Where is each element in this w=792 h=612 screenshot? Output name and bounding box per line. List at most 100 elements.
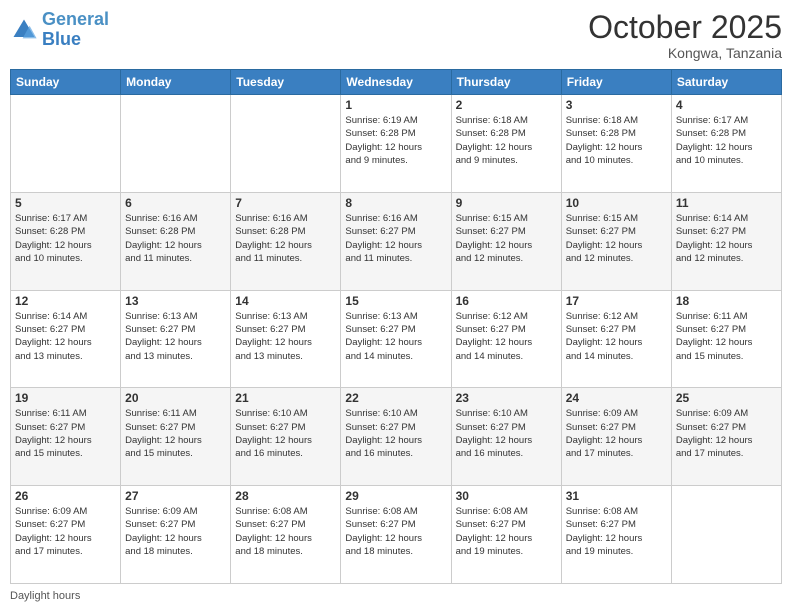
day-info: Sunrise: 6:08 AM Sunset: 6:27 PM Dayligh… bbox=[456, 505, 557, 558]
day-number: 22 bbox=[345, 391, 446, 405]
logo-general: General bbox=[42, 9, 109, 29]
day-info: Sunrise: 6:09 AM Sunset: 6:27 PM Dayligh… bbox=[676, 407, 777, 460]
day-cell: 24 Sunrise: 6:09 AM Sunset: 6:27 PM Dayli… bbox=[561, 388, 671, 486]
day-info: Sunrise: 6:08 AM Sunset: 6:27 PM Dayligh… bbox=[235, 505, 336, 558]
day-info: Sunrise: 6:11 AM Sunset: 6:27 PM Dayligh… bbox=[676, 310, 777, 363]
day-cell: 10 Sunrise: 6:15 AM Sunset: 6:27 PM Dayli… bbox=[561, 192, 671, 290]
day-cell: 3Sunrise: 6:18 AM Sunset: 6:28 PM Daylig… bbox=[561, 95, 671, 193]
day-number: 30 bbox=[456, 489, 557, 503]
weekday-header-sunday: Sunday bbox=[11, 70, 121, 95]
day-number: 29 bbox=[345, 489, 446, 503]
day-number: 25 bbox=[676, 391, 777, 405]
day-number: 12 bbox=[15, 294, 116, 308]
day-cell: 25 Sunrise: 6:09 AM Sunset: 6:27 PM Dayli… bbox=[671, 388, 781, 486]
day-number: 31 bbox=[566, 489, 667, 503]
week-row-2: 5 Sunrise: 6:17 AM Sunset: 6:28 PM Daylig… bbox=[11, 192, 782, 290]
location: Kongwa, Tanzania bbox=[588, 45, 782, 61]
day-cell bbox=[11, 95, 121, 193]
day-info: Sunrise: 6:12 AM Sunset: 6:27 PM Dayligh… bbox=[566, 310, 667, 363]
day-number: 20 bbox=[125, 391, 226, 405]
day-info: Sunrise: 6:13 AM Sunset: 6:27 PM Dayligh… bbox=[125, 310, 226, 363]
day-number: 1 bbox=[345, 98, 446, 112]
day-info: Sunrise: 6:16 AM Sunset: 6:28 PM Dayligh… bbox=[125, 212, 226, 265]
day-number: 9 bbox=[456, 196, 557, 210]
day-cell: 5 Sunrise: 6:17 AM Sunset: 6:28 PM Daylig… bbox=[11, 192, 121, 290]
logo-text: General Blue bbox=[42, 10, 109, 50]
day-cell: 20 Sunrise: 6:11 AM Sunset: 6:27 PM Dayli… bbox=[121, 388, 231, 486]
day-info: Sunrise: 6:08 AM Sunset: 6:27 PM Dayligh… bbox=[345, 505, 446, 558]
daylight-label: Daylight hours bbox=[10, 590, 80, 602]
day-info: Sunrise: 6:10 AM Sunset: 6:27 PM Dayligh… bbox=[456, 407, 557, 460]
day-info: Sunrise: 6:14 AM Sunset: 6:27 PM Dayligh… bbox=[15, 310, 116, 363]
day-number: 13 bbox=[125, 294, 226, 308]
day-number: 8 bbox=[345, 196, 446, 210]
day-cell: 19 Sunrise: 6:11 AM Sunset: 6:27 PM Dayli… bbox=[11, 388, 121, 486]
day-cell: 22 Sunrise: 6:10 AM Sunset: 6:27 PM Dayli… bbox=[341, 388, 451, 486]
day-info: Sunrise: 6:17 AM Sunset: 6:28 PM Dayligh… bbox=[15, 212, 116, 265]
logo-icon bbox=[10, 16, 38, 44]
weekday-header-thursday: Thursday bbox=[451, 70, 561, 95]
day-number: 4 bbox=[676, 98, 777, 112]
day-info: Sunrise: 6:13 AM Sunset: 6:27 PM Dayligh… bbox=[235, 310, 336, 363]
day-cell: 6 Sunrise: 6:16 AM Sunset: 6:28 PM Daylig… bbox=[121, 192, 231, 290]
calendar: SundayMondayTuesdayWednesdayThursdayFrid… bbox=[10, 69, 782, 584]
day-cell: 18 Sunrise: 6:11 AM Sunset: 6:27 PM Dayli… bbox=[671, 290, 781, 388]
day-info: Sunrise: 6:18 AM Sunset: 6:28 PM Dayligh… bbox=[566, 114, 667, 167]
day-info: Sunrise: 6:14 AM Sunset: 6:27 PM Dayligh… bbox=[676, 212, 777, 265]
day-info: Sunrise: 6:15 AM Sunset: 6:27 PM Dayligh… bbox=[566, 212, 667, 265]
header: General Blue October 2025 Kongwa, Tanzan… bbox=[10, 10, 782, 61]
day-number: 10 bbox=[566, 196, 667, 210]
day-cell: 2 Sunrise: 6:18 AM Sunset: 6:28 PM Daylig… bbox=[451, 95, 561, 193]
weekday-header-monday: Monday bbox=[121, 70, 231, 95]
day-info: Sunrise: 6:16 AM Sunset: 6:27 PM Dayligh… bbox=[345, 212, 446, 265]
day-info: Sunrise: 6:11 AM Sunset: 6:27 PM Dayligh… bbox=[125, 407, 226, 460]
day-number: 26 bbox=[15, 489, 116, 503]
day-info: Sunrise: 6:10 AM Sunset: 6:27 PM Dayligh… bbox=[345, 407, 446, 460]
day-number: 27 bbox=[125, 489, 226, 503]
day-number: 16 bbox=[456, 294, 557, 308]
title-block: October 2025 Kongwa, Tanzania bbox=[588, 10, 782, 61]
weekday-header-tuesday: Tuesday bbox=[231, 70, 341, 95]
day-number: 2 bbox=[456, 98, 557, 112]
weekday-header-friday: Friday bbox=[561, 70, 671, 95]
day-number: 5 bbox=[15, 196, 116, 210]
day-cell: 9Sunrise: 6:15 AM Sunset: 6:27 PM Daylig… bbox=[451, 192, 561, 290]
day-number: 21 bbox=[235, 391, 336, 405]
day-cell: 12 Sunrise: 6:14 AM Sunset: 6:27 PM Dayli… bbox=[11, 290, 121, 388]
day-info: Sunrise: 6:09 AM Sunset: 6:27 PM Dayligh… bbox=[15, 505, 116, 558]
week-row-3: 12 Sunrise: 6:14 AM Sunset: 6:27 PM Dayli… bbox=[11, 290, 782, 388]
day-cell: 8 Sunrise: 6:16 AM Sunset: 6:27 PM Daylig… bbox=[341, 192, 451, 290]
day-cell: 31Sunrise: 6:08 AM Sunset: 6:27 PM Dayli… bbox=[561, 486, 671, 584]
day-cell: 23Sunrise: 6:10 AM Sunset: 6:27 PM Dayli… bbox=[451, 388, 561, 486]
page: General Blue October 2025 Kongwa, Tanzan… bbox=[0, 0, 792, 612]
day-cell: 29 Sunrise: 6:08 AM Sunset: 6:27 PM Dayli… bbox=[341, 486, 451, 584]
week-row-1: 1 Sunrise: 6:19 AM Sunset: 6:28 PM Daylig… bbox=[11, 95, 782, 193]
day-info: Sunrise: 6:18 AM Sunset: 6:28 PM Dayligh… bbox=[456, 114, 557, 167]
day-number: 28 bbox=[235, 489, 336, 503]
day-number: 15 bbox=[345, 294, 446, 308]
week-row-5: 26 Sunrise: 6:09 AM Sunset: 6:27 PM Dayli… bbox=[11, 486, 782, 584]
day-cell: 11 Sunrise: 6:14 AM Sunset: 6:27 PM Dayli… bbox=[671, 192, 781, 290]
day-info: Sunrise: 6:19 AM Sunset: 6:28 PM Dayligh… bbox=[345, 114, 446, 167]
day-info: Sunrise: 6:11 AM Sunset: 6:27 PM Dayligh… bbox=[15, 407, 116, 460]
day-cell: 30 Sunrise: 6:08 AM Sunset: 6:27 PM Dayli… bbox=[451, 486, 561, 584]
day-number: 18 bbox=[676, 294, 777, 308]
month-title: October 2025 bbox=[588, 10, 782, 45]
logo: General Blue bbox=[10, 10, 109, 50]
logo-blue: Blue bbox=[42, 29, 81, 49]
day-cell: 4Sunrise: 6:17 AM Sunset: 6:28 PM Daylig… bbox=[671, 95, 781, 193]
day-number: 6 bbox=[125, 196, 226, 210]
day-cell bbox=[671, 486, 781, 584]
day-number: 19 bbox=[15, 391, 116, 405]
day-number: 24 bbox=[566, 391, 667, 405]
day-number: 7 bbox=[235, 196, 336, 210]
day-number: 11 bbox=[676, 196, 777, 210]
day-cell: 1 Sunrise: 6:19 AM Sunset: 6:28 PM Daylig… bbox=[341, 95, 451, 193]
day-info: Sunrise: 6:12 AM Sunset: 6:27 PM Dayligh… bbox=[456, 310, 557, 363]
day-cell: 17Sunrise: 6:12 AM Sunset: 6:27 PM Dayli… bbox=[561, 290, 671, 388]
day-info: Sunrise: 6:09 AM Sunset: 6:27 PM Dayligh… bbox=[125, 505, 226, 558]
day-cell: 16 Sunrise: 6:12 AM Sunset: 6:27 PM Dayli… bbox=[451, 290, 561, 388]
day-info: Sunrise: 6:09 AM Sunset: 6:27 PM Dayligh… bbox=[566, 407, 667, 460]
day-info: Sunrise: 6:16 AM Sunset: 6:28 PM Dayligh… bbox=[235, 212, 336, 265]
day-cell: 21Sunrise: 6:10 AM Sunset: 6:27 PM Dayli… bbox=[231, 388, 341, 486]
